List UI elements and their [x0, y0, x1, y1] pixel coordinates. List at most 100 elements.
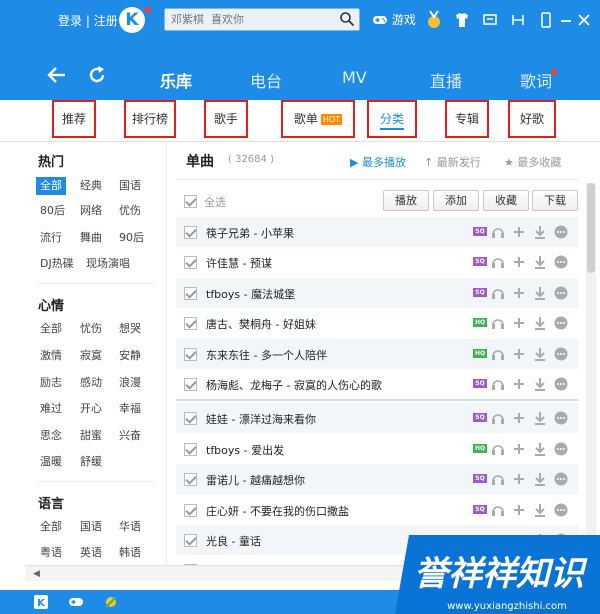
medal-icon[interactable]	[424, 9, 444, 31]
leaf-icon[interactable]	[103, 594, 119, 610]
category-item[interactable]: 舒缓	[78, 453, 104, 471]
more-icon[interactable]	[554, 411, 568, 425]
sort-most-collected[interactable]: ★ 最多收藏	[504, 154, 561, 170]
tshirt-icon[interactable]	[452, 9, 472, 31]
headphones-icon[interactable]	[491, 255, 505, 269]
song-title[interactable]: 娃娃 - 漂洋过海来看你	[206, 411, 316, 427]
refresh-icon[interactable]	[86, 64, 108, 86]
song-title[interactable]: 雷诺儿 - 越痛越想你	[206, 472, 305, 488]
category-item[interactable]: DJ热碟	[38, 255, 76, 273]
headphones-icon[interactable]	[491, 347, 505, 361]
category-item[interactable]: 90后	[117, 229, 146, 247]
gamepad-icon[interactable]	[68, 594, 84, 610]
song-checkbox[interactable]	[184, 534, 197, 547]
subtab-good-songs[interactable]: 好歌	[508, 100, 556, 138]
subtab-singers[interactable]: 歌手	[204, 100, 248, 138]
collect-button[interactable]: 收藏	[483, 190, 529, 211]
download-icon[interactable]	[533, 411, 547, 425]
add-icon[interactable]	[512, 347, 526, 361]
song-checkbox[interactable]	[184, 317, 197, 330]
headphones-icon[interactable]	[491, 225, 505, 239]
download-icon[interactable]	[533, 347, 547, 361]
song-row[interactable]: tfboys - 爱出发 HQ	[176, 434, 578, 464]
song-title[interactable]: 杨海彪、龙梅子 - 寂寞的人伤心的歌	[206, 377, 382, 393]
category-item[interactable]: 励志	[38, 374, 64, 392]
category-item[interactable]: 华语	[117, 518, 143, 536]
headphones-icon[interactable]	[491, 286, 505, 300]
song-checkbox[interactable]	[184, 348, 197, 361]
select-all[interactable]: 全选	[184, 194, 226, 210]
add-icon[interactable]	[512, 286, 526, 300]
headphones-icon[interactable]	[491, 316, 505, 330]
category-item[interactable]: 国语	[117, 177, 143, 195]
subtab-categories[interactable]: 分类	[367, 100, 417, 138]
song-title[interactable]: 许佳慧 - 预谋	[206, 255, 272, 271]
fullscreen-icon[interactable]	[508, 9, 528, 31]
headphones-icon[interactable]	[491, 503, 505, 517]
song-checkbox[interactable]	[184, 443, 197, 456]
tab-mv[interactable]: MV	[342, 68, 367, 87]
register-link[interactable]: 注册	[94, 14, 118, 28]
category-item[interactable]: 温暖	[38, 453, 64, 471]
category-item[interactable]: 网络	[78, 202, 104, 220]
song-checkbox[interactable]	[184, 378, 197, 391]
category-item[interactable]: 寂寞	[78, 347, 104, 365]
more-icon[interactable]	[554, 225, 568, 239]
category-item[interactable]: 流行	[38, 229, 64, 247]
song-row[interactable]: 雷诺儿 - 越痛越想你 SQ	[176, 464, 578, 494]
download-icon[interactable]	[533, 316, 547, 330]
minimize-icon[interactable]	[556, 9, 576, 31]
category-item[interactable]: 兴奋	[117, 427, 143, 445]
category-item[interactable]: 想哭	[117, 320, 143, 338]
tab-lyrics[interactable]: 歌词	[520, 68, 552, 92]
search-input[interactable]	[165, 9, 335, 30]
subtab-charts[interactable]: 排行榜	[124, 100, 176, 138]
kugou-small-icon[interactable]: K	[33, 594, 49, 610]
category-item[interactable]: 舞曲	[78, 229, 104, 247]
more-icon[interactable]	[554, 347, 568, 361]
song-title[interactable]: 筷子兄弟 - 小苹果	[206, 225, 294, 241]
song-checkbox[interactable]	[184, 412, 197, 425]
category-item[interactable]: 难过	[38, 400, 64, 418]
song-row[interactable]: 唐古、樊桐舟 - 好姐妹 HQ	[176, 308, 578, 338]
song-row[interactable]: tfboys - 魔法城堡 SQ	[176, 278, 578, 308]
category-item[interactable]: 激情	[38, 347, 64, 365]
more-icon[interactable]	[554, 503, 568, 517]
subtab-playlists[interactable]: 歌单 HOT	[281, 100, 355, 138]
headphones-icon[interactable]	[491, 472, 505, 486]
category-item[interactable]: 开心	[78, 400, 104, 418]
category-item[interactable]: 80后	[38, 202, 67, 220]
add-icon[interactable]	[512, 225, 526, 239]
category-item[interactable]: 粤语	[38, 544, 64, 562]
add-icon[interactable]	[512, 377, 526, 391]
scrollbar-thumb[interactable]	[587, 183, 595, 273]
add-icon[interactable]	[512, 411, 526, 425]
category-item[interactable]: 甜蜜	[78, 427, 104, 445]
close-icon[interactable]	[574, 9, 594, 31]
song-title[interactable]: 光良 - 童话	[206, 533, 261, 549]
song-checkbox[interactable]	[184, 256, 197, 269]
mini-mode-icon[interactable]	[536, 9, 556, 31]
message-icon[interactable]	[480, 9, 500, 31]
scroll-left-arrow-icon[interactable]: ◀	[33, 569, 40, 579]
select-all-checkbox[interactable]	[184, 195, 197, 208]
add-icon[interactable]	[512, 442, 526, 456]
add-icon[interactable]	[512, 503, 526, 517]
category-item[interactable]: 忧伤	[78, 320, 104, 338]
subtab-recommend[interactable]: 推荐	[52, 100, 96, 138]
play-button[interactable]: 播放	[383, 190, 429, 211]
song-title[interactable]: 庄心妍 - 不要在我的伤口撒盐	[206, 503, 349, 519]
sort-newest[interactable]: ↑ 最新发行	[424, 154, 481, 170]
category-item[interactable]: 浪漫	[117, 374, 143, 392]
song-row[interactable]: 筷子兄弟 - 小苹果 SQ	[176, 217, 578, 247]
search-box[interactable]	[164, 8, 360, 31]
headphones-icon[interactable]	[491, 411, 505, 425]
add-icon[interactable]	[512, 472, 526, 486]
download-icon[interactable]	[533, 255, 547, 269]
login-link[interactable]: 登录	[58, 14, 82, 28]
headphones-icon[interactable]	[491, 442, 505, 456]
game-button[interactable]: 游戏	[372, 11, 416, 28]
category-item[interactable]: 优伤	[117, 202, 143, 220]
song-title[interactable]: tfboys - 魔法城堡	[206, 286, 295, 302]
download-button[interactable]: 下载	[532, 190, 578, 211]
